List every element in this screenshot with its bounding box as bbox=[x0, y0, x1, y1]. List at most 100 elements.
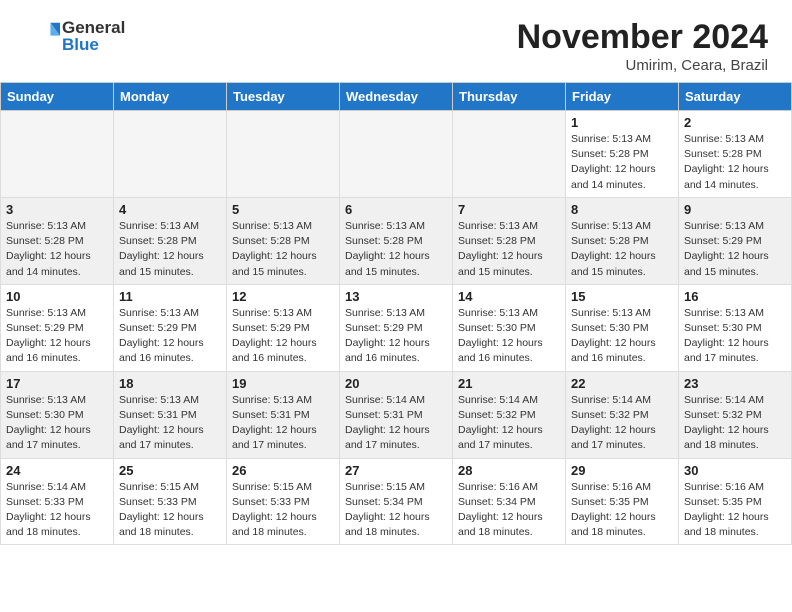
title-block: November 2024 Umirim, Ceara, Brazil bbox=[517, 18, 768, 74]
day-info: Sunrise: 5:14 AM Sunset: 5:32 PM Dayligh… bbox=[571, 393, 673, 454]
day-info: Sunrise: 5:15 AM Sunset: 5:33 PM Dayligh… bbox=[119, 480, 221, 541]
day-number: 20 bbox=[345, 376, 447, 391]
day-info: Sunrise: 5:13 AM Sunset: 5:28 PM Dayligh… bbox=[345, 219, 447, 280]
calendar-day-cell: 27Sunrise: 5:15 AM Sunset: 5:34 PM Dayli… bbox=[340, 458, 453, 545]
month-title: November 2024 bbox=[517, 18, 768, 57]
day-number: 21 bbox=[458, 376, 560, 391]
day-number: 12 bbox=[232, 289, 334, 304]
day-number: 24 bbox=[6, 463, 108, 478]
calendar-day-cell: 24 Sunrise: 5:14 AM Sunset: 5:33 PM Dayli… bbox=[1, 458, 114, 545]
day-number: 17 bbox=[6, 376, 108, 391]
day-number: 23 bbox=[684, 376, 786, 391]
weekday-header-thursday: Thursday bbox=[453, 83, 566, 111]
calendar-day-cell bbox=[1, 111, 114, 198]
location: Umirim, Ceara, Brazil bbox=[517, 57, 768, 74]
day-number: 6 bbox=[345, 202, 447, 217]
day-info: Sunrise: 5:14 AM Sunset: 5:33 PM Dayligh… bbox=[6, 480, 108, 541]
day-info: Sunrise: 5:13 AM Sunset: 5:29 PM Dayligh… bbox=[232, 306, 334, 367]
day-info: Sunrise: 5:13 AM Sunset: 5:31 PM Dayligh… bbox=[119, 393, 221, 454]
day-number: 7 bbox=[458, 202, 560, 217]
calendar-day-cell: 14 Sunrise: 5:13 AM Sunset: 5:30 PM Dayli… bbox=[453, 284, 566, 371]
calendar-day-cell: 2 Sunrise: 5:13 AM Sunset: 5:28 PM Daylig… bbox=[679, 111, 792, 198]
calendar-day-cell: 13 Sunrise: 5:13 AM Sunset: 5:29 PM Dayli… bbox=[340, 284, 453, 371]
day-info: Sunrise: 5:13 AM Sunset: 5:30 PM Dayligh… bbox=[571, 306, 673, 367]
weekday-header-saturday: Saturday bbox=[679, 83, 792, 111]
day-number: 4 bbox=[119, 202, 221, 217]
weekday-header-friday: Friday bbox=[566, 83, 679, 111]
calendar-day-cell: 26 Sunrise: 5:15 AM Sunset: 5:33 PM Dayli… bbox=[227, 458, 340, 545]
calendar-day-cell bbox=[114, 111, 227, 198]
day-info: Sunrise: 5:13 AM Sunset: 5:29 PM Dayligh… bbox=[345, 306, 447, 367]
day-info: Sunrise: 5:13 AM Sunset: 5:29 PM Dayligh… bbox=[6, 306, 108, 367]
day-info: Sunrise: 5:15 AM Sunset: 5:33 PM Dayligh… bbox=[232, 480, 334, 541]
day-number: 8 bbox=[571, 202, 673, 217]
calendar-day-cell: 8 Sunrise: 5:13 AM Sunset: 5:28 PM Daylig… bbox=[566, 197, 679, 284]
calendar-day-cell: 19Sunrise: 5:13 AM Sunset: 5:31 PM Dayli… bbox=[227, 371, 340, 458]
calendar-day-cell: 17 Sunrise: 5:13 AM Sunset: 5:30 PM Dayli… bbox=[1, 371, 114, 458]
calendar-day-cell: 22 Sunrise: 5:14 AM Sunset: 5:32 PM Dayli… bbox=[566, 371, 679, 458]
day-number: 27 bbox=[345, 463, 447, 478]
day-info: Sunrise: 5:14 AM Sunset: 5:31 PM Dayligh… bbox=[345, 393, 447, 454]
day-info: Sunrise: 5:14 AM Sunset: 5:32 PM Dayligh… bbox=[458, 393, 560, 454]
day-number: 5 bbox=[232, 202, 334, 217]
calendar-day-cell: 15 Sunrise: 5:13 AM Sunset: 5:30 PM Dayli… bbox=[566, 284, 679, 371]
calendar-day-cell: 23 Sunrise: 5:14 AM Sunset: 5:32 PM Dayli… bbox=[679, 371, 792, 458]
calendar-day-cell: 7 Sunrise: 5:13 AM Sunset: 5:28 PM Daylig… bbox=[453, 197, 566, 284]
day-info: Sunrise: 5:13 AM Sunset: 5:28 PM Dayligh… bbox=[6, 219, 108, 280]
calendar-day-cell bbox=[227, 111, 340, 198]
calendar-day-cell: 25 Sunrise: 5:15 AM Sunset: 5:33 PM Dayli… bbox=[114, 458, 227, 545]
calendar-week-row: 24 Sunrise: 5:14 AM Sunset: 5:33 PM Dayli… bbox=[1, 458, 792, 545]
day-info: Sunrise: 5:13 AM Sunset: 5:29 PM Dayligh… bbox=[684, 219, 786, 280]
day-info: Sunrise: 5:13 AM Sunset: 5:30 PM Dayligh… bbox=[458, 306, 560, 367]
day-number: 9 bbox=[684, 202, 786, 217]
day-number: 15 bbox=[571, 289, 673, 304]
day-info: Sunrise: 5:13 AM Sunset: 5:30 PM Dayligh… bbox=[684, 306, 786, 367]
day-info: Sunrise: 5:14 AM Sunset: 5:32 PM Dayligh… bbox=[684, 393, 786, 454]
calendar-day-cell: 12 Sunrise: 5:13 AM Sunset: 5:29 PM Dayli… bbox=[227, 284, 340, 371]
calendar-week-row: 1 Sunrise: 5:13 AM Sunset: 5:28 PM Daylig… bbox=[1, 111, 792, 198]
day-info: Sunrise: 5:13 AM Sunset: 5:30 PM Dayligh… bbox=[6, 393, 108, 454]
day-number: 22 bbox=[571, 376, 673, 391]
calendar-day-cell: 5 Sunrise: 5:13 AM Sunset: 5:28 PM Daylig… bbox=[227, 197, 340, 284]
calendar-week-row: 10 Sunrise: 5:13 AM Sunset: 5:29 PM Dayli… bbox=[1, 284, 792, 371]
weekday-header-sunday: Sunday bbox=[1, 83, 114, 111]
day-info: Sunrise: 5:13 AM Sunset: 5:28 PM Dayligh… bbox=[119, 219, 221, 280]
calendar-day-cell: 3 Sunrise: 5:13 AM Sunset: 5:28 PM Daylig… bbox=[1, 197, 114, 284]
calendar-week-row: 3 Sunrise: 5:13 AM Sunset: 5:28 PM Daylig… bbox=[1, 197, 792, 284]
calendar-day-cell: 29 Sunrise: 5:16 AM Sunset: 5:35 PM Dayli… bbox=[566, 458, 679, 545]
day-info: Sunrise: 5:13 AM Sunset: 5:28 PM Dayligh… bbox=[684, 132, 786, 193]
calendar-day-cell: 6 Sunrise: 5:13 AM Sunset: 5:28 PM Daylig… bbox=[340, 197, 453, 284]
weekday-header-tuesday: Tuesday bbox=[227, 83, 340, 111]
calendar-day-cell: 21 Sunrise: 5:14 AM Sunset: 5:32 PM Dayli… bbox=[453, 371, 566, 458]
day-info: Sunrise: 5:13 AM Sunset: 5:28 PM Dayligh… bbox=[571, 219, 673, 280]
day-number: 2 bbox=[684, 115, 786, 130]
logo-icon bbox=[28, 18, 60, 50]
day-info: Sunrise: 5:16 AM Sunset: 5:35 PM Dayligh… bbox=[571, 480, 673, 541]
day-number: 3 bbox=[6, 202, 108, 217]
calendar-day-cell: 20 Sunrise: 5:14 AM Sunset: 5:31 PM Dayli… bbox=[340, 371, 453, 458]
calendar-day-cell: 16 Sunrise: 5:13 AM Sunset: 5:30 PM Dayli… bbox=[679, 284, 792, 371]
calendar-day-cell: 18 Sunrise: 5:13 AM Sunset: 5:31 PM Dayli… bbox=[114, 371, 227, 458]
day-number: 1 bbox=[571, 115, 673, 130]
calendar-day-cell bbox=[340, 111, 453, 198]
day-info: Sunrise: 5:13 AM Sunset: 5:28 PM Dayligh… bbox=[571, 132, 673, 193]
day-number: 29 bbox=[571, 463, 673, 478]
day-number: 19 bbox=[232, 376, 334, 391]
day-number: 13 bbox=[345, 289, 447, 304]
calendar-day-cell bbox=[453, 111, 566, 198]
day-number: 18 bbox=[119, 376, 221, 391]
day-info: Sunrise: 5:13 AM Sunset: 5:28 PM Dayligh… bbox=[458, 219, 560, 280]
calendar-day-cell: 9 Sunrise: 5:13 AM Sunset: 5:29 PM Daylig… bbox=[679, 197, 792, 284]
day-info: Sunrise: 5:16 AM Sunset: 5:34 PM Dayligh… bbox=[458, 480, 560, 541]
day-info: Sunrise: 5:13 AM Sunset: 5:28 PM Dayligh… bbox=[232, 219, 334, 280]
weekday-header-wednesday: Wednesday bbox=[340, 83, 453, 111]
day-number: 26 bbox=[232, 463, 334, 478]
day-number: 25 bbox=[119, 463, 221, 478]
day-number: 30 bbox=[684, 463, 786, 478]
day-number: 10 bbox=[6, 289, 108, 304]
day-number: 11 bbox=[119, 289, 221, 304]
calendar-day-cell: 11 Sunrise: 5:13 AM Sunset: 5:29 PM Dayli… bbox=[114, 284, 227, 371]
day-number: 16 bbox=[684, 289, 786, 304]
day-number: 14 bbox=[458, 289, 560, 304]
day-info: Sunrise: 5:13 AM Sunset: 5:29 PM Dayligh… bbox=[119, 306, 221, 367]
